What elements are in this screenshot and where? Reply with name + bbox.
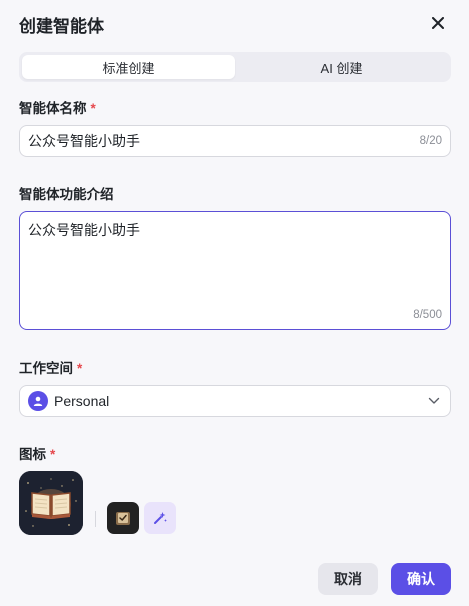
agent-name-input[interactable]: 公众号智能小助手 8/20 (19, 125, 451, 157)
chevron-down-icon (428, 397, 440, 404)
icon-label: 图标 * (19, 443, 55, 463)
agent-description-value: 公众号智能小助手 (28, 222, 140, 238)
confirm-button[interactable]: 确认 (391, 563, 451, 595)
user-icon (28, 391, 48, 411)
required-mark: * (50, 447, 56, 462)
selected-agent-icon[interactable] (19, 471, 83, 535)
icon-option-book-check[interactable] (107, 502, 139, 534)
agent-description-char-count: 8/500 (413, 309, 442, 321)
workspace-label-text: 工作空间 (19, 361, 73, 376)
agent-name-value: 公众号智能小助手 (28, 133, 140, 149)
create-agent-dialog: 创建智能体 标准创建 AI 创建 智能体名称 * 公众号智能小助手 8/20 智能… (0, 0, 469, 606)
create-mode-tabs: 标准创建 AI 创建 (19, 52, 451, 82)
agent-description-textarea[interactable]: 公众号智能小助手 8/500 (19, 211, 451, 330)
book-icon (19, 471, 83, 535)
dialog-title: 创建智能体 (19, 17, 104, 36)
ai-sparkle-icon (154, 512, 167, 524)
icon-divider (95, 511, 96, 527)
agent-name-char-count: 8/20 (419, 135, 442, 147)
close-button[interactable] (428, 13, 448, 33)
tab-ai-create[interactable]: AI 创建 (235, 55, 448, 79)
name-label-text: 智能体名称 (19, 101, 87, 116)
icon-option-ai-generate[interactable] (144, 502, 176, 534)
workspace-value: Personal (54, 393, 110, 409)
tab-standard-create[interactable]: 标准创建 (22, 55, 235, 79)
workspace-label: 工作空间 * (19, 357, 82, 377)
required-mark: * (77, 361, 83, 376)
book-check-icon (116, 512, 130, 525)
cancel-button[interactable]: 取消 (318, 563, 378, 595)
workspace-select[interactable]: Personal (19, 385, 451, 417)
name-label: 智能体名称 * (19, 97, 96, 117)
required-mark: * (90, 101, 96, 116)
close-icon (432, 17, 444, 29)
description-label: 智能体功能介绍 (19, 187, 114, 202)
icon-label-text: 图标 (19, 447, 46, 462)
